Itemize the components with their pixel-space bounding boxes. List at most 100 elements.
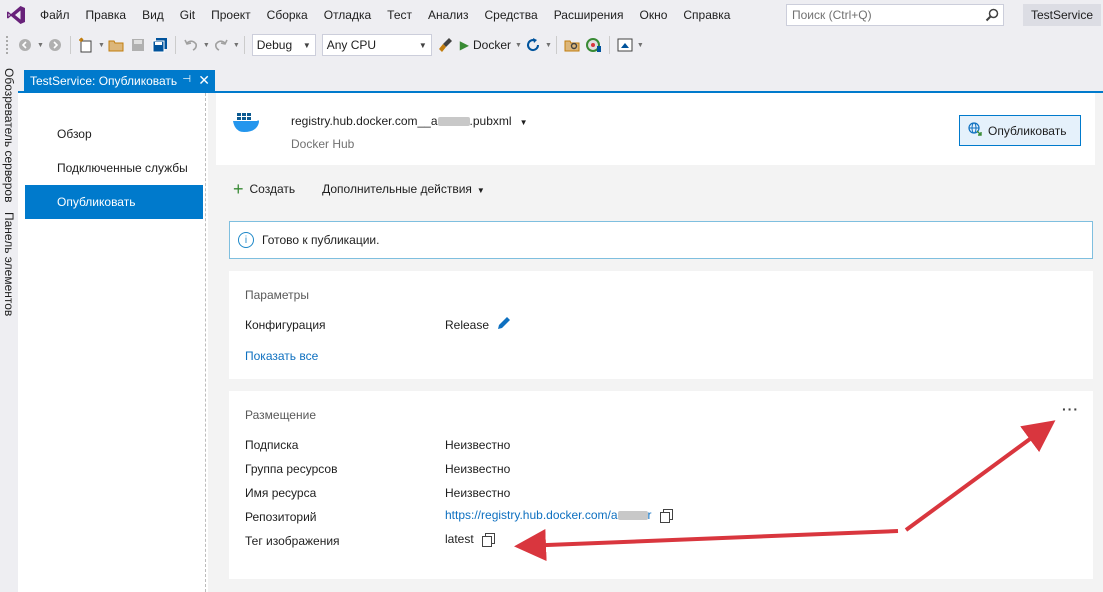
menu-analyze[interactable]: Анализ: [420, 0, 477, 30]
more-options-icon[interactable]: ···: [1062, 401, 1079, 417]
subscription-label: Подписка: [245, 438, 299, 452]
publish-button-label: Опубликовать: [988, 123, 1067, 138]
configuration-value-row: Release: [445, 316, 511, 333]
solution-name-badge[interactable]: TestService: [1023, 4, 1102, 26]
nav-item-overview[interactable]: Обзор: [25, 117, 203, 151]
menu-help[interactable]: Справка: [675, 0, 738, 30]
publish-content: registry.hub.docker.com__a .pubxml ▼ Docke…: [208, 93, 1103, 592]
repository-url-suffix: r: [647, 508, 652, 522]
run-target-label: Docker: [472, 38, 511, 52]
save-icon[interactable]: [130, 34, 146, 56]
chevron-down-icon: ▼: [418, 40, 427, 50]
refresh-icon[interactable]: [525, 34, 541, 56]
server-explorer-tab[interactable]: Обозреватель серверов: [2, 68, 16, 202]
platform-value: Any CPU: [326, 38, 377, 52]
find-in-files-icon[interactable]: [564, 34, 580, 56]
menu-project[interactable]: Проект: [203, 0, 259, 30]
configuration-value: Release: [445, 317, 490, 332]
start-debugging-button[interactable]: ▶ Docker: [460, 38, 511, 52]
configuration-select[interactable]: Debug ▼: [251, 34, 316, 56]
menu-git[interactable]: Git: [172, 0, 203, 30]
configuration-value: Debug: [256, 38, 293, 52]
parameters-title: Параметры: [245, 288, 309, 302]
docker-whale-icon: [232, 111, 260, 138]
back-icon[interactable]: [17, 34, 33, 56]
search-input[interactable]: Поиск (Ctrl+Q): [786, 4, 1004, 26]
copy-image-tag-icon[interactable]: [481, 532, 495, 547]
refresh-dropdown-icon[interactable]: ▼: [545, 42, 552, 49]
more-actions-label: Дополнительные действия: [322, 182, 472, 196]
new-project-icon[interactable]: [78, 34, 94, 56]
browser-link-icon[interactable]: [585, 34, 602, 56]
menu-window[interactable]: Окно: [631, 0, 675, 30]
menu-view[interactable]: Вид: [134, 0, 172, 30]
platform-select[interactable]: Any CPU ▼: [321, 34, 432, 56]
redo-icon[interactable]: [213, 34, 229, 56]
clean-brush-icon[interactable]: [438, 34, 454, 56]
edit-pencil-icon[interactable]: [497, 316, 511, 333]
preview-icon[interactable]: [617, 34, 633, 56]
publish-button[interactable]: Опубликовать: [959, 115, 1081, 146]
toolbox-tab[interactable]: Панель элементов: [2, 212, 16, 316]
show-all-link[interactable]: Показать все: [245, 349, 318, 363]
open-folder-icon[interactable]: [108, 34, 124, 56]
repository-link[interactable]: https://registry.hub.docker.com/a r: [445, 508, 652, 522]
menu-tools[interactable]: Средства: [477, 0, 546, 30]
toolbar-separator: [243, 36, 245, 54]
profile-provider: Docker Hub: [291, 137, 355, 151]
redo-dropdown-icon[interactable]: ▼: [233, 42, 240, 49]
publish-document: Обзор Подключенные службы Опубликовать r…: [18, 93, 1103, 592]
pin-icon[interactable]: ⊣: [182, 74, 191, 85]
create-profile-button[interactable]: Создать: [250, 182, 296, 196]
profile-name-suffix: .pubxml: [469, 114, 512, 128]
menu-extensions[interactable]: Расширения: [546, 0, 632, 30]
menu-debug[interactable]: Отладка: [316, 0, 379, 30]
chevron-down-icon: ▼: [302, 40, 311, 50]
resource-group-value: Неизвестно: [445, 462, 511, 476]
visual-studio-logo-icon[interactable]: [0, 0, 32, 30]
menu-edit[interactable]: Правка: [78, 0, 135, 30]
menu-build[interactable]: Сборка: [259, 0, 316, 30]
resource-name-value: Неизвестно: [445, 486, 511, 500]
close-icon[interactable]: ✕: [198, 72, 210, 89]
redacted-text: [437, 117, 470, 127]
search-icon[interactable]: [985, 8, 999, 25]
profile-name-prefix: registry.hub.docker.com__a: [291, 114, 438, 128]
chevron-down-icon: ▼: [519, 118, 528, 127]
undo-icon[interactable]: [183, 34, 199, 56]
subscription-value: Неизвестно: [445, 438, 511, 452]
image-tag-value: latest: [445, 532, 474, 546]
save-all-icon[interactable]: [152, 34, 168, 56]
repository-label: Репозиторий: [245, 510, 317, 524]
publish-profile-selector[interactable]: registry.hub.docker.com__a .pubxml ▼: [291, 114, 527, 128]
globe-publish-icon: [968, 122, 982, 139]
image-tag-value-row: latest: [445, 532, 495, 547]
search-placeholder: Поиск (Ctrl+Q): [792, 8, 872, 22]
undo-dropdown-icon[interactable]: ▼: [203, 42, 210, 49]
nav-item-publish[interactable]: Опубликовать: [25, 185, 203, 219]
repository-url-prefix: https://registry.hub.docker.com/a: [445, 508, 618, 522]
hosting-title: Размещение: [245, 408, 316, 422]
toolbar-grip[interactable]: [6, 36, 10, 54]
new-dropdown-icon[interactable]: ▼: [98, 42, 105, 49]
toolbar-separator: [608, 36, 610, 54]
document-tab-publish[interactable]: TestService: Опубликовать ⊣ ✕: [24, 70, 215, 91]
document-tab-title: TestService: Опубликовать: [30, 73, 178, 88]
back-dropdown-icon[interactable]: ▼: [37, 42, 44, 49]
menu-file[interactable]: Файл: [32, 0, 78, 30]
toolbar-overflow-icon[interactable]: ▼: [637, 42, 644, 49]
resource-name-label: Имя ресурса: [245, 486, 317, 500]
menu-test[interactable]: Тест: [379, 0, 420, 30]
side-panel-strip: Обозреватель серверов Панель элементов: [0, 60, 18, 592]
nav-item-connected-services[interactable]: Подключенные службы: [25, 151, 203, 185]
profile-header: registry.hub.docker.com__a .pubxml ▼ Docke…: [216, 93, 1095, 165]
parameters-card: Параметры Конфигурация Release Показать …: [229, 271, 1093, 379]
forward-icon[interactable]: [47, 34, 63, 56]
resource-group-label: Группа ресурсов: [245, 462, 338, 476]
ready-message: Готово к публикации.: [262, 233, 380, 247]
more-actions-button[interactable]: Дополнительные действия ▼: [322, 182, 485, 196]
publish-actions: + Создать Дополнительные действия ▼: [233, 180, 485, 198]
chevron-down-icon: ▼: [476, 186, 485, 195]
copy-repository-icon[interactable]: [659, 508, 673, 523]
run-target-dropdown-icon[interactable]: ▼: [515, 42, 522, 49]
